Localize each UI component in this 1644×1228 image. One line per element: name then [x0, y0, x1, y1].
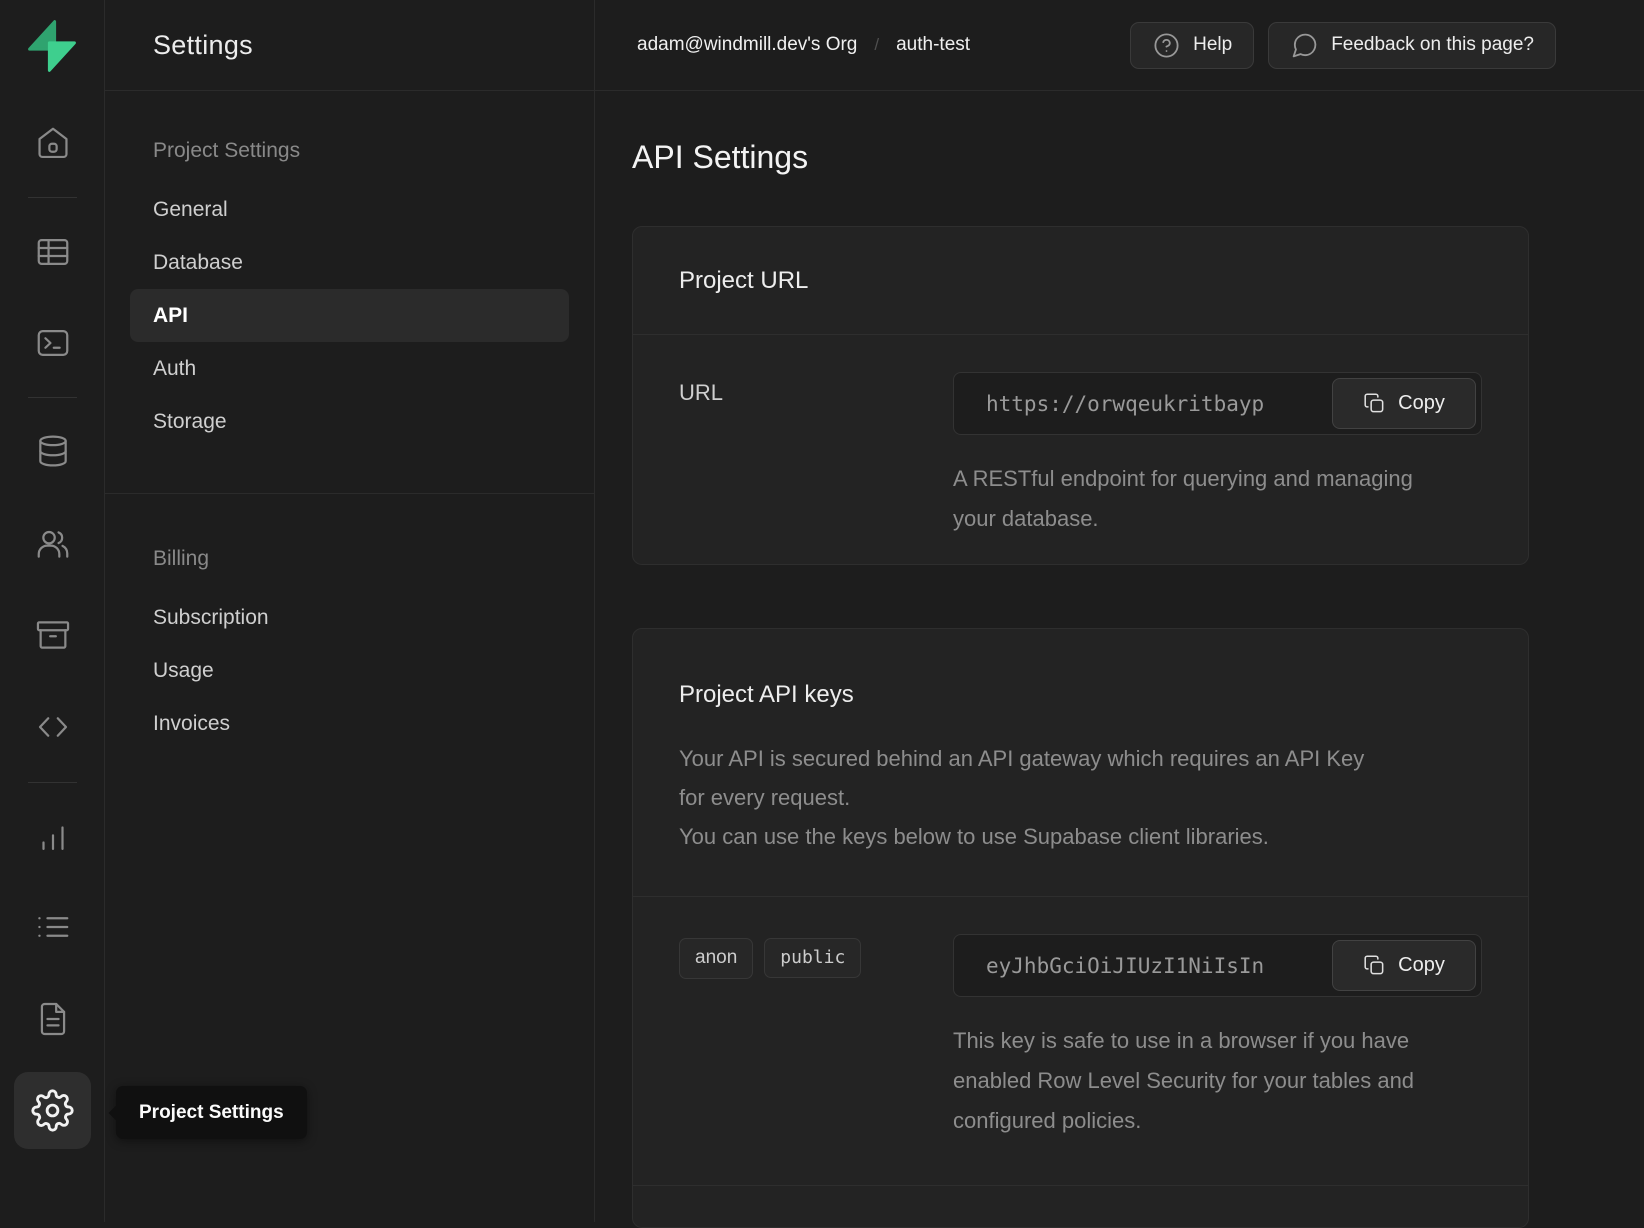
breadcrumb-org[interactable]: adam@windmill.dev's Org [637, 34, 857, 56]
project-url-field[interactable]: https://orwqeukritbayp Copy [953, 372, 1482, 435]
settings-title: Settings [153, 30, 253, 61]
project-settings-tooltip: Project Settings [116, 1086, 307, 1139]
rail-divider [28, 782, 77, 783]
sidebar-divider [105, 493, 594, 494]
breadcrumb-separator: / [874, 35, 879, 55]
sql-editor-icon [34, 324, 72, 362]
rail-divider [28, 397, 77, 398]
list-icon [34, 908, 72, 946]
supabase-logo[interactable] [23, 17, 81, 75]
database-icon [34, 432, 72, 470]
table-editor-icon [34, 233, 72, 271]
copy-url-label: Copy [1398, 392, 1445, 415]
rail-divider [28, 197, 77, 198]
page-content: API Settings Project URL URL https://orw… [595, 91, 1644, 1228]
api-keys-description-2: You can use the keys below to use Supaba… [679, 817, 1479, 856]
nav-storage[interactable] [34, 616, 72, 654]
feedback-button[interactable]: Feedback on this page? [1268, 22, 1556, 69]
anon-key-main: eyJhbGciOiJIUzI1NiIsIn Copy This key is [953, 934, 1482, 1141]
users-icon [34, 525, 72, 563]
nav-logs[interactable] [34, 908, 72, 946]
nav-project-settings[interactable] [14, 1072, 91, 1149]
topbar-actions: Help Feedback on this page? [1130, 22, 1556, 69]
copy-icon [1363, 954, 1386, 977]
sidebar-header: Settings [105, 0, 594, 91]
section-label-project-settings: Project Settings [130, 139, 569, 163]
home-icon [34, 124, 72, 162]
nav-table-editor[interactable] [34, 233, 72, 271]
public-badge: public [764, 938, 861, 978]
copy-icon [1363, 392, 1386, 415]
url-row-main: https://orwqeukritbayp Copy A RESTful e [953, 372, 1482, 539]
anon-badge: anon [679, 938, 753, 979]
project-url-description: A RESTful endpoint for querying and mana… [953, 459, 1433, 539]
project-url-card-title: Project URL [679, 267, 808, 295]
feedback-button-label: Feedback on this page? [1331, 34, 1534, 56]
tooltip-label: Project Settings [139, 1102, 284, 1124]
sidebar-item-subscription[interactable]: Subscription [130, 591, 569, 644]
project-url-value: https://orwqeukritbayp [954, 392, 1264, 416]
storage-archive-icon [34, 616, 72, 654]
api-keys-card-body: anon public eyJhbGciOiJIUzI1NiIsIn [633, 897, 1528, 1185]
api-keys-description-1: Your API is secured behind an API gatewa… [679, 739, 1369, 817]
main-area: adam@windmill.dev's Org / auth-test Help [595, 0, 1644, 1222]
sidebar-item-invoices[interactable]: Invoices [130, 697, 569, 750]
settings-sidebar: Settings Project Settings General Databa… [105, 0, 595, 1222]
supabase-logo-icon [23, 17, 81, 75]
api-keys-card-title: Project API keys [679, 681, 1482, 709]
project-url-card-body: URL https://orwqeukritbayp Copy [633, 335, 1528, 564]
section-label-billing: Billing [130, 547, 569, 571]
copy-key-label: Copy [1398, 954, 1445, 977]
sidebar-body: Project Settings General Database API Au… [105, 91, 594, 750]
nav-api-docs[interactable] [34, 1000, 72, 1038]
app-root: Project Settings Settings Project Settin… [0, 0, 1644, 1222]
chat-bubble-icon [1290, 31, 1319, 60]
bar-chart-icon [34, 818, 72, 856]
anon-key-badges: anon public [679, 934, 953, 1141]
sidebar-item-auth[interactable]: Auth [130, 342, 569, 395]
copy-url-button[interactable]: Copy [1332, 378, 1476, 429]
sidebar-item-database[interactable]: Database [130, 236, 569, 289]
breadcrumb: adam@windmill.dev's Org / auth-test [637, 34, 970, 56]
url-row: URL https://orwqeukritbayp Copy [679, 372, 1482, 539]
help-button[interactable]: Help [1130, 22, 1254, 69]
sidebar-item-usage[interactable]: Usage [130, 644, 569, 697]
gear-icon [31, 1089, 74, 1132]
page-title: API Settings [632, 139, 1644, 176]
api-keys-card-header: Project API keys Your API is secured beh… [633, 629, 1528, 897]
anon-key-row: anon public eyJhbGciOiJIUzI1NiIsIn [679, 934, 1482, 1141]
anon-key-field[interactable]: eyJhbGciOiJIUzI1NiIsIn Copy [953, 934, 1482, 997]
anon-key-value: eyJhbGciOiJIUzI1NiIsIn [954, 954, 1264, 978]
project-url-card-header: Project URL [633, 227, 1528, 335]
help-circle-icon [1152, 31, 1181, 60]
nav-sql-editor[interactable] [34, 324, 72, 362]
api-keys-card: Project API keys Your API is secured beh… [632, 628, 1529, 1228]
next-key-row-divider [633, 1185, 1528, 1227]
copy-key-button[interactable]: Copy [1332, 940, 1476, 991]
code-icon [34, 708, 72, 746]
sidebar-item-general[interactable]: General [130, 183, 569, 236]
icon-rail [0, 0, 105, 1222]
help-button-label: Help [1193, 34, 1232, 56]
nav-edge-functions[interactable] [34, 708, 72, 746]
project-url-card: Project URL URL https://orwqeukritbayp [632, 226, 1529, 565]
file-text-icon [34, 1000, 72, 1038]
nav-reports[interactable] [34, 818, 72, 856]
sidebar-item-api[interactable]: API [130, 289, 569, 342]
anon-key-description: This key is safe to use in a browser if … [953, 1021, 1433, 1141]
nav-authentication[interactable] [34, 525, 72, 563]
url-row-label: URL [679, 372, 953, 539]
breadcrumb-project[interactable]: auth-test [896, 34, 970, 56]
nav-database[interactable] [34, 432, 72, 470]
nav-home[interactable] [34, 124, 72, 162]
sidebar-item-storage[interactable]: Storage [130, 395, 569, 448]
top-bar: adam@windmill.dev's Org / auth-test Help [595, 0, 1644, 91]
